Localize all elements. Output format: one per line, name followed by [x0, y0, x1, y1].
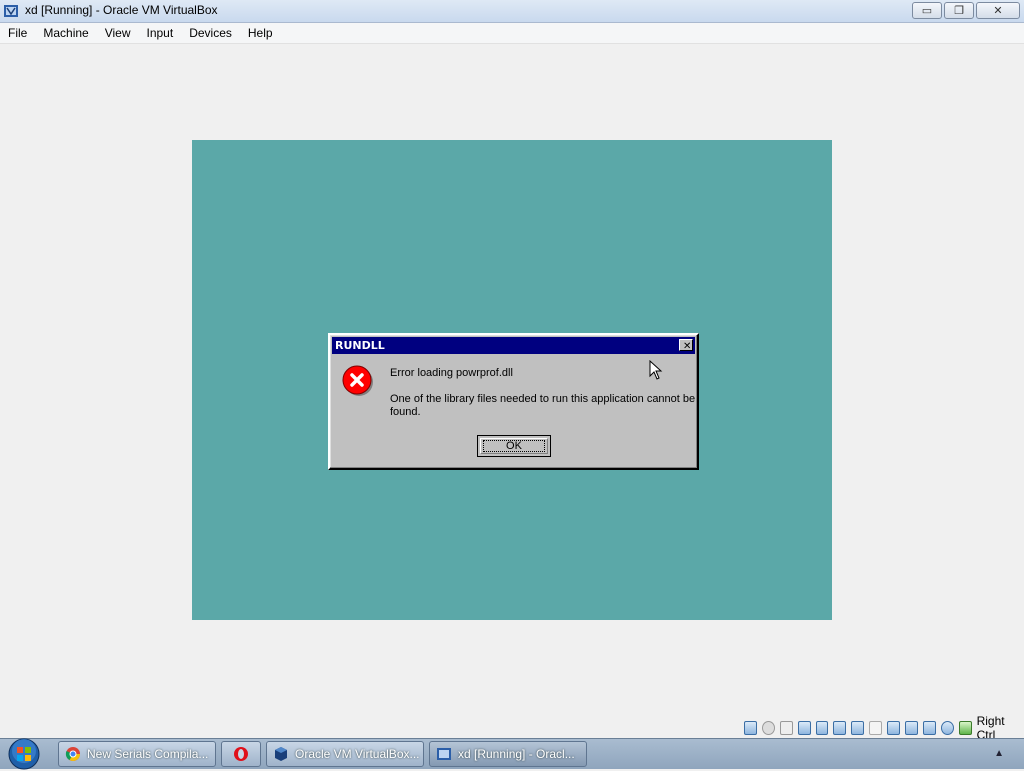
window-titlebar: xd [Running] - Oracle VM VirtualBox ▭ ❐ … — [0, 0, 1024, 23]
host-key-icon[interactable] — [958, 721, 972, 735]
ok-button[interactable]: OK — [477, 435, 551, 457]
dialog-close-button[interactable]: ✕ — [679, 339, 693, 352]
ok-label: OK — [506, 440, 522, 452]
vm-statusbar: Right Ctrl — [744, 714, 1024, 742]
taskbar: New Serials Compila... Oracle VM Virtual… — [0, 737, 1024, 771]
error-icon — [342, 365, 373, 396]
rundll-dialog: RUNDLL ✕ Error loading powrprof.dll One … — [328, 333, 699, 470]
optical-drive-icon[interactable] — [761, 721, 775, 735]
close-icon: ✕ — [683, 341, 692, 352]
restore-icon: ❐ — [954, 5, 964, 17]
tray-expand-icon[interactable]: ▲ — [994, 748, 1004, 759]
close-icon: ✕ — [993, 5, 1003, 17]
taskbar-item-virtualbox-manager[interactable]: Oracle VM VirtualBox... — [266, 741, 424, 767]
menu-file[interactable]: File — [0, 26, 35, 40]
video-capture-icon[interactable] — [887, 721, 901, 735]
shared-folders-icon[interactable] — [851, 721, 865, 735]
floppy-icon[interactable] — [779, 721, 793, 735]
menubar: File Machine View Input Devices Help — [0, 23, 1024, 44]
mouse-cursor-icon — [649, 360, 663, 380]
error-message-line2: found. — [390, 406, 421, 418]
restore-button[interactable]: ❐ — [944, 2, 974, 19]
virtualbox-vm-icon — [437, 748, 451, 760]
menu-devices[interactable]: Devices — [181, 26, 240, 40]
error-message-line1: One of the library files needed to run t… — [390, 393, 696, 405]
menu-machine[interactable]: Machine — [35, 26, 96, 40]
close-button[interactable]: ✕ — [976, 2, 1020, 19]
virtualbox-icon — [4, 5, 18, 17]
keyboard-icon[interactable] — [940, 721, 954, 735]
virtualization-icon[interactable] — [905, 721, 918, 735]
opera-icon — [234, 747, 248, 761]
chrome-icon — [65, 747, 80, 761]
menu-input[interactable]: Input — [139, 26, 182, 40]
virtualbox-icon — [275, 747, 287, 761]
taskbar-item-vm-window[interactable]: xd [Running] - Oracl... — [429, 741, 587, 767]
taskbar-item-label: Oracle VM VirtualBox... — [295, 747, 420, 761]
dialog-title: RUNDLL — [335, 339, 385, 352]
dialog-titlebar[interactable]: RUNDLL ✕ — [332, 337, 695, 354]
menu-view[interactable]: View — [97, 26, 139, 40]
error-message-title: Error loading powrprof.dll — [390, 367, 513, 379]
taskbar-item-opera[interactable] — [221, 741, 261, 767]
minimize-button[interactable]: ▭ — [912, 2, 942, 19]
menu-help[interactable]: Help — [240, 26, 281, 40]
usb-icon[interactable] — [833, 721, 847, 735]
audio-icon[interactable] — [797, 721, 811, 735]
taskbar-item-chrome[interactable]: New Serials Compila... — [58, 741, 216, 767]
network-icon[interactable] — [815, 721, 829, 735]
display-icon[interactable] — [869, 721, 883, 735]
taskbar-item-label: xd [Running] - Oracl... — [458, 747, 575, 761]
minimize-icon: ▭ — [921, 5, 933, 17]
mouse-integration-icon[interactable] — [922, 721, 936, 735]
guest-display[interactable]: RUNDLL ✕ Error loading powrprof.dll One … — [192, 140, 832, 620]
hard-disk-icon[interactable] — [744, 721, 757, 735]
window-title: xd [Running] - Oracle VM VirtualBox — [25, 3, 218, 17]
taskbar-item-label: New Serials Compila... — [87, 747, 209, 761]
start-orb-icon[interactable] — [4, 737, 44, 771]
